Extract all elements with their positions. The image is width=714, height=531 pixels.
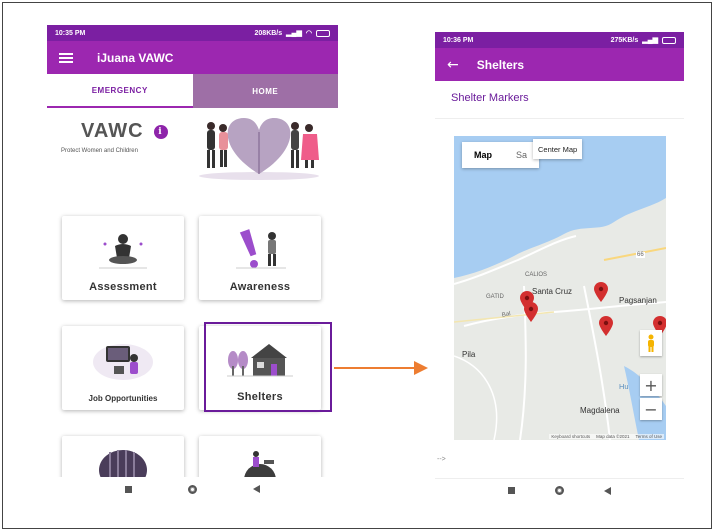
hero-section: VAWC i Protect Women and Children [47,108,338,190]
keyboard-shortcuts-link[interactable]: Keyboard shortcuts [551,434,590,439]
page-title: Shelter Markers [451,92,529,104]
recents-icon[interactable] [508,487,515,494]
google-map[interactable]: Map Sa Center Map CALIOS GATID Santa Cru… [454,136,666,440]
exclamation-person-icon [236,229,286,269]
status-time: 10:36 PM [443,36,474,44]
map-data-text: Map data ©2021 [596,434,630,439]
map-label-magdalena: Magdalena [580,406,620,415]
info-icon[interactable]: i [153,124,168,139]
recents-icon[interactable] [125,485,132,493]
menu-icon[interactable] [59,52,73,63]
network-speed: 275KB/s [610,36,639,44]
wifi-icon: ◠ [305,30,312,37]
zoom-in-button[interactable]: + [640,374,662,396]
android-nav-bar [47,477,338,501]
highway-shield-label: 66 [636,252,645,258]
debug-text: --> [437,456,446,463]
card-assessment[interactable]: Assessment [62,216,184,300]
terms-of-use-link[interactable]: Terms of Use [635,434,662,439]
vawc-subtitle: Protect Women and Children [61,148,138,154]
map-type-map-button[interactable]: Map [462,142,504,168]
battery-icon [662,36,676,44]
phone-shelters-screen: 10:36 PM 275KB/s ▂▄▆ ← Shelters Shelter … [435,32,684,506]
status-bar: 10:36 PM 275KB/s ▂▄▆ [435,32,684,48]
status-time: 10:35 PM [55,29,86,37]
network-speed: 208KB/s [254,29,283,37]
map-label-santa-cruz: Santa Cruz [532,287,573,296]
meditating-person-icon [99,234,147,269]
shelters-highlight-box [204,322,332,412]
map-type-control: Map Sa [462,142,540,168]
shelter-marker-2-icon[interactable] [524,302,538,322]
signal-icon: ▂▄▆ [642,37,658,44]
status-icons: 208KB/s ▂▄▆ ◠ [255,29,330,37]
android-nav-bar [435,478,684,502]
vawc-heading: VAWC i [81,120,168,143]
card-label-job-opportunities: Job Opportunities [88,394,158,403]
street-view-pegman-icon[interactable] [640,330,662,356]
phone-home-screen: 10:35 PM 208KB/s ▂▄▆ ◠ iJuana VAWC EMERG… [47,25,338,501]
back-icon[interactable] [604,486,611,495]
shelter-marker-4-icon[interactable] [599,316,613,336]
app-title: iJuana VAWC [97,50,174,65]
card-awareness[interactable]: Awareness [199,216,321,300]
home-icon[interactable] [555,486,564,495]
map-attribution: Keyboard shortcuts Map data ©2021 Terms … [549,434,664,439]
app-title: Shelters [476,57,525,72]
signal-icon: ▂▄▆ [286,30,302,37]
card-job-opportunities[interactable]: Job Opportunities [62,326,184,410]
map-label-calios: CALIOS [525,272,548,278]
women-heart-illustration [199,118,319,180]
center-map-button[interactable]: Center Map [533,139,583,159]
title-divider [435,118,684,119]
transition-arrow-line [334,367,416,369]
job-workspace-icon [93,344,153,380]
status-bar: 10:35 PM 208KB/s ▂▄▆ ◠ [47,25,338,41]
map-label-pila: Pila [462,350,476,359]
zoom-out-button[interactable]: − [640,398,662,420]
transition-arrow-head-icon [414,361,428,375]
map-label-hui: Hu [619,382,629,391]
app-bar: iJuana VAWC [47,41,338,74]
shelter-marker-3-icon[interactable] [594,282,608,302]
back-icon[interactable] [253,485,260,493]
card-label-awareness: Awareness [229,281,291,293]
battery-icon [316,29,330,37]
back-arrow-icon[interactable]: ← [447,57,459,73]
tab-bar: EMERGENCY HOME [47,74,338,108]
status-icons: 275KB/s ▂▄▆ [611,36,676,44]
app-bar: ← Shelters [435,48,684,81]
tab-home[interactable]: HOME [192,74,338,108]
tab-emergency[interactable]: EMERGENCY [47,74,193,108]
home-icon[interactable] [188,484,197,494]
vawc-title: VAWC [81,120,144,142]
map-label-gatid: GATID [486,294,504,300]
map-label-pagsanjan: Pagsanjan [619,296,657,305]
card-label-assessment: Assessment [89,281,157,293]
